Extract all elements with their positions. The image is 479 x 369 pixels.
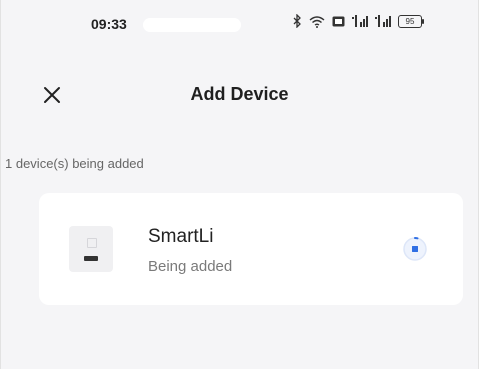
device-status: Being added: [148, 258, 233, 275]
app-screen: 09:33 95 Add Device 1 device(s) being ad…: [0, 0, 479, 369]
loading-spinner-icon: [401, 235, 429, 263]
nfc-icon: [332, 16, 345, 27]
page-header: Add Device: [1, 72, 478, 116]
wifi-icon: [309, 15, 325, 28]
page-title: Add Device: [190, 84, 289, 104]
signal-icon-2: [375, 15, 391, 27]
device-card[interactable]: SmartLi Being added: [39, 193, 463, 305]
device-name: SmartLi: [148, 226, 214, 247]
status-bar: 09:33 95: [1, 0, 478, 52]
device-display: [84, 256, 98, 261]
device-logo-mark: [87, 238, 97, 248]
device-thumbnail: [69, 226, 113, 272]
battery-icon: 95: [398, 14, 424, 28]
camera-notch: [143, 18, 241, 32]
status-icons: 95: [293, 14, 424, 28]
devices-count-label: 1 device(s) being added: [5, 156, 144, 171]
signal-icon-1: [352, 15, 368, 27]
bluetooth-icon: [293, 14, 302, 28]
status-time: 09:33: [91, 16, 127, 32]
